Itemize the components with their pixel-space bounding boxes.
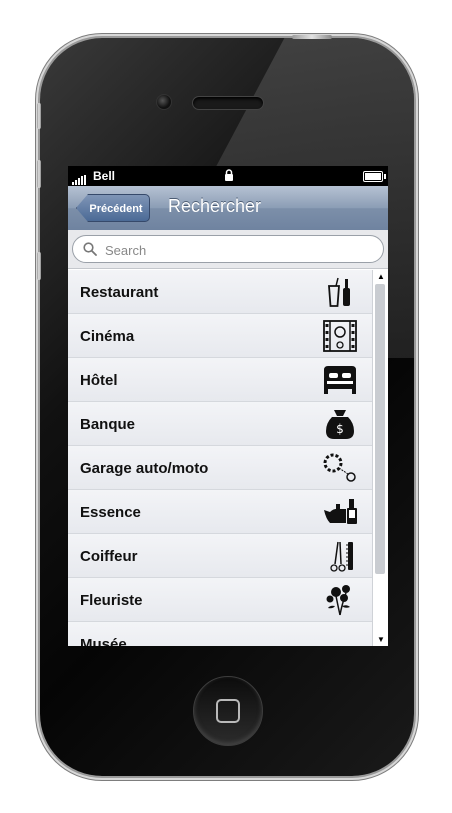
- list-item-garage[interactable]: Garage auto/moto: [68, 446, 372, 490]
- home-square-icon: [216, 699, 240, 723]
- list-item-label: Coiffeur: [80, 548, 138, 565]
- list-item-label: Cinéma: [80, 328, 135, 345]
- list-item-fleuriste[interactable]: Fleuriste: [68, 578, 372, 622]
- search-bar: [68, 230, 388, 269]
- list-item-cinema[interactable]: Cinéma: [68, 314, 372, 358]
- scroll-down-arrow-icon[interactable]: ▼: [377, 635, 385, 644]
- list-item-label: Fleuriste: [80, 592, 143, 609]
- list-item-banque[interactable]: Banque $: [68, 402, 372, 446]
- search-field[interactable]: [72, 235, 384, 263]
- power-button[interactable]: [292, 35, 332, 39]
- list-item-label: Essence: [80, 504, 141, 521]
- scroll-up-arrow-icon[interactable]: ▲: [377, 272, 385, 281]
- navigation-bar: Précédent Rechercher: [68, 186, 388, 231]
- status-bar: Bell: [68, 166, 388, 186]
- restaurant-icon: [328, 277, 350, 307]
- front-camera: [156, 94, 172, 110]
- battery-icon: [363, 171, 386, 182]
- search-input[interactable]: [103, 240, 377, 260]
- list-item-label: Musée: [80, 636, 127, 646]
- list-item-label: Restaurant: [80, 284, 159, 301]
- list-item-label: Banque: [80, 416, 136, 433]
- mute-switch[interactable]: [37, 103, 41, 129]
- flowers-icon: [326, 585, 350, 616]
- volume-up-button[interactable]: [37, 160, 41, 188]
- hotel-bed-icon: [324, 366, 356, 394]
- list-item-essence[interactable]: Essence: [68, 490, 372, 534]
- lock-icon: [225, 169, 233, 181]
- money-bag-icon: $: [326, 410, 354, 439]
- volume-down-button[interactable]: [37, 252, 41, 280]
- svg-text:$: $: [336, 422, 344, 436]
- earpiece-speaker: [192, 96, 264, 110]
- scrollbar-thumb[interactable]: [375, 284, 385, 574]
- garage-chain-icon: [323, 453, 356, 482]
- list-scrollbar[interactable]: ▲ ▼: [372, 270, 388, 646]
- search-icon: [83, 242, 97, 256]
- carrier-name: Bell: [93, 169, 116, 183]
- screen: Bell Précédent Rechercher Restaurant: [68, 166, 388, 646]
- home-button[interactable]: [193, 676, 263, 746]
- category-list: Restaurant Cinéma Hôtel Banque $ Garage …: [68, 270, 372, 646]
- back-button[interactable]: Précédent: [76, 194, 150, 222]
- list-item-coiffeur[interactable]: Coiffeur: [68, 534, 372, 578]
- page-title: Rechercher: [168, 196, 262, 216]
- list-item-hotel[interactable]: Hôtel: [68, 358, 372, 402]
- scissors-comb-icon: [330, 541, 353, 572]
- list-item-label: Hôtel: [80, 372, 118, 389]
- list-item-label: Garage auto/moto: [80, 460, 209, 477]
- cinema-icon: [323, 320, 357, 352]
- signal-icon: [72, 171, 87, 185]
- list-item-musee[interactable]: Musée: [68, 622, 372, 646]
- fuel-can-icon: [324, 499, 357, 524]
- list-item-restaurant[interactable]: Restaurant: [68, 270, 372, 314]
